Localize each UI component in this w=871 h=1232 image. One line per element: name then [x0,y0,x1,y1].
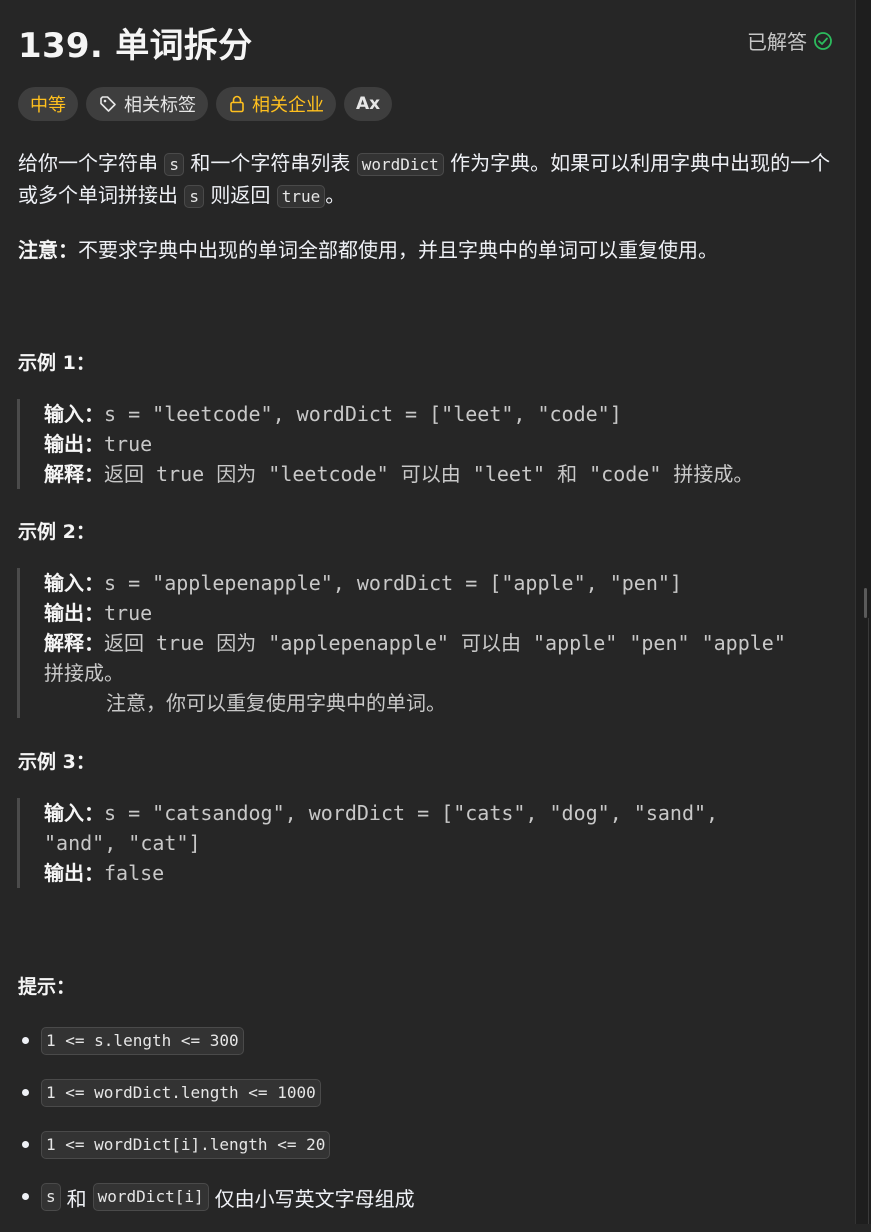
explanation-text: 因为 [216,462,257,486]
constraint-text: 仅由小写英文字母组成 [214,1186,415,1211]
output-label: 输出： [44,861,104,885]
constraint-code: s [41,1183,61,1211]
output-label: 输出： [44,601,104,625]
explanation-code: "applepenapple" [256,631,461,655]
input-value: s = "leetcode", wordDict = ["leet", "cod… [104,402,622,426]
explanation-label: 解释： [44,631,104,655]
example-explanation-line: 解释：返回 true 因为 "leetcode" 可以由 "leet" 和 "c… [44,459,832,489]
statement-paragraph: 给你一个字符串 s 和一个字符串列表 wordDict 作为字典。如果可以利用字… [18,148,833,212]
explanation-label: 解释： [44,462,104,486]
example-input-wrap: "and", "cat"] [44,831,201,855]
explanation-code: "leet" [460,462,558,486]
companies-tag-button[interactable]: 相关企业 [216,87,336,121]
inline-code: true [276,185,326,208]
statement-text: 给你一个字符串 [18,151,165,175]
constraint-code: 1 <= wordDict[i].length <= 20 [41,1131,331,1159]
constraints-list: 1 <= s.length <= 300 1 <= wordDict.lengt… [18,1024,833,1232]
list-item: 1 <= s.length <= 300 [18,1024,833,1076]
bullet-icon [22,1089,29,1096]
note-label: 注意： [18,238,78,262]
example-input-line: 输入：s = "leetcode", wordDict = ["leet", "… [44,399,832,429]
example-output-line: 输出：false [44,858,832,888]
input-value: s = "applepenapple", wordDict = ["apple"… [104,571,682,595]
explanation-text: 和 [557,462,578,486]
tag-icon [98,94,118,114]
note-text: 不要求字典中出现的单词全部都使用，并且字典中的单词可以重复使用。 [78,238,718,262]
difficulty-badge: 中等 [18,87,78,121]
explanation-code: true [144,462,217,486]
constraints-title: 提示： [18,976,76,998]
topics-label: 相关标签 [124,95,196,116]
inline-code: wordDict [356,153,444,176]
example-title: 示例 2： [18,521,95,543]
output-value: true [104,601,153,625]
explanation-text: 返回 [104,462,144,486]
input-label: 输入： [44,571,104,595]
explanation-code: true [144,631,217,655]
example-title: 示例 1： [18,352,95,374]
scrollbar-thumb[interactable] [864,588,867,618]
problem-description-panel: 139. 单词拆分 已解答 中等 相关标签 相关企业 Ax 给你一个字符串 s … [0,0,855,1224]
scrollbar[interactable] [855,0,871,1224]
inline-code: s [164,153,184,176]
input-value: s = "catsandog", wordDict = ["cats", "do… [104,801,719,825]
tag-bar: 中等 相关标签 相关企业 Ax [18,87,393,121]
scrollbar-rail [868,618,869,1224]
example-explanation-wrap: 拼接成。 [44,661,124,685]
topics-tag-button[interactable]: 相关标签 [86,87,208,121]
check-circle-icon [813,31,833,51]
constraint-code: wordDict[i] [92,1183,209,1211]
list-item: 1 <= wordDict[i].length <= 20 [18,1128,833,1180]
bullet-icon [22,1193,29,1200]
constraint-text: 和 [66,1186,87,1211]
example-explanation-note: 注意，你可以重复使用字典中的单词。 [106,691,446,715]
list-item: s 和 wordDict[i] 仅由小写英文字母组成 [18,1180,833,1232]
example-block: 输入：s = "leetcode", wordDict = ["leet", "… [17,399,832,489]
explanation-code: "code" [577,462,674,486]
bullet-icon [22,1141,29,1148]
constraint-code: 1 <= s.length <= 300 [41,1027,244,1055]
list-item: 1 <= wordDict.length <= 1000 [18,1076,833,1128]
example-output-line: 输出：true [44,598,832,628]
page-title[interactable]: 139. 单词拆分 [18,18,252,67]
output-label: 输出： [44,432,104,456]
statement-text: 则返回 [204,183,277,207]
statement-text: 和一个字符串列表 [184,151,357,175]
output-value: false [104,861,165,885]
problem-header: 139. 单词拆分 已解答 [18,16,833,67]
example-input-line: 输入：s = "applepenapple", wordDict = ["app… [44,568,832,598]
example-block: 输入：s = "catsandog", wordDict = ["cats", … [17,798,832,888]
difficulty-label: 中等 [30,95,66,116]
explanation-text: 可以由 [460,631,521,655]
statement-text: 。 [325,183,346,207]
inline-code: s [184,185,204,208]
explanation-text: 拼接成。 [673,462,754,486]
example-output-line: 输出：true [44,429,832,459]
example-title: 示例 3： [18,751,95,773]
input-label: 输入： [44,402,104,426]
example-block: 输入：s = "applepenapple", wordDict = ["app… [17,568,832,718]
input-label: 输入： [44,801,104,825]
explanation-text: 因为 [216,631,257,655]
note-paragraph: 注意：不要求字典中出现的单词全部都使用，并且字典中的单词可以重复使用。 [18,235,833,266]
explanation-text: 可以由 [400,462,461,486]
bullet-icon [22,1037,29,1044]
font-toggle-button[interactable]: Ax [344,87,393,121]
problem-statement: 给你一个字符串 s 和一个字符串列表 wordDict 作为字典。如果可以利用字… [18,148,833,266]
explanation-code: "apple" "pen" "apple" [520,631,786,655]
solved-status: 已解答 [747,26,833,55]
companies-label: 相关企业 [252,95,324,116]
output-value: true [104,432,153,456]
explanation-text: 返回 [104,631,144,655]
example-input-line: 输入：s = "catsandog", wordDict = ["cats", … [44,798,832,828]
translate-icon: Ax [356,94,381,114]
lock-icon [228,94,246,114]
example-explanation-line: 解释：返回 true 因为 "applepenapple" 可以由 "apple… [44,628,832,658]
solved-label: 已解答 [747,30,807,54]
explanation-code: "leetcode" [256,462,401,486]
constraint-code: 1 <= wordDict.length <= 1000 [41,1079,321,1107]
